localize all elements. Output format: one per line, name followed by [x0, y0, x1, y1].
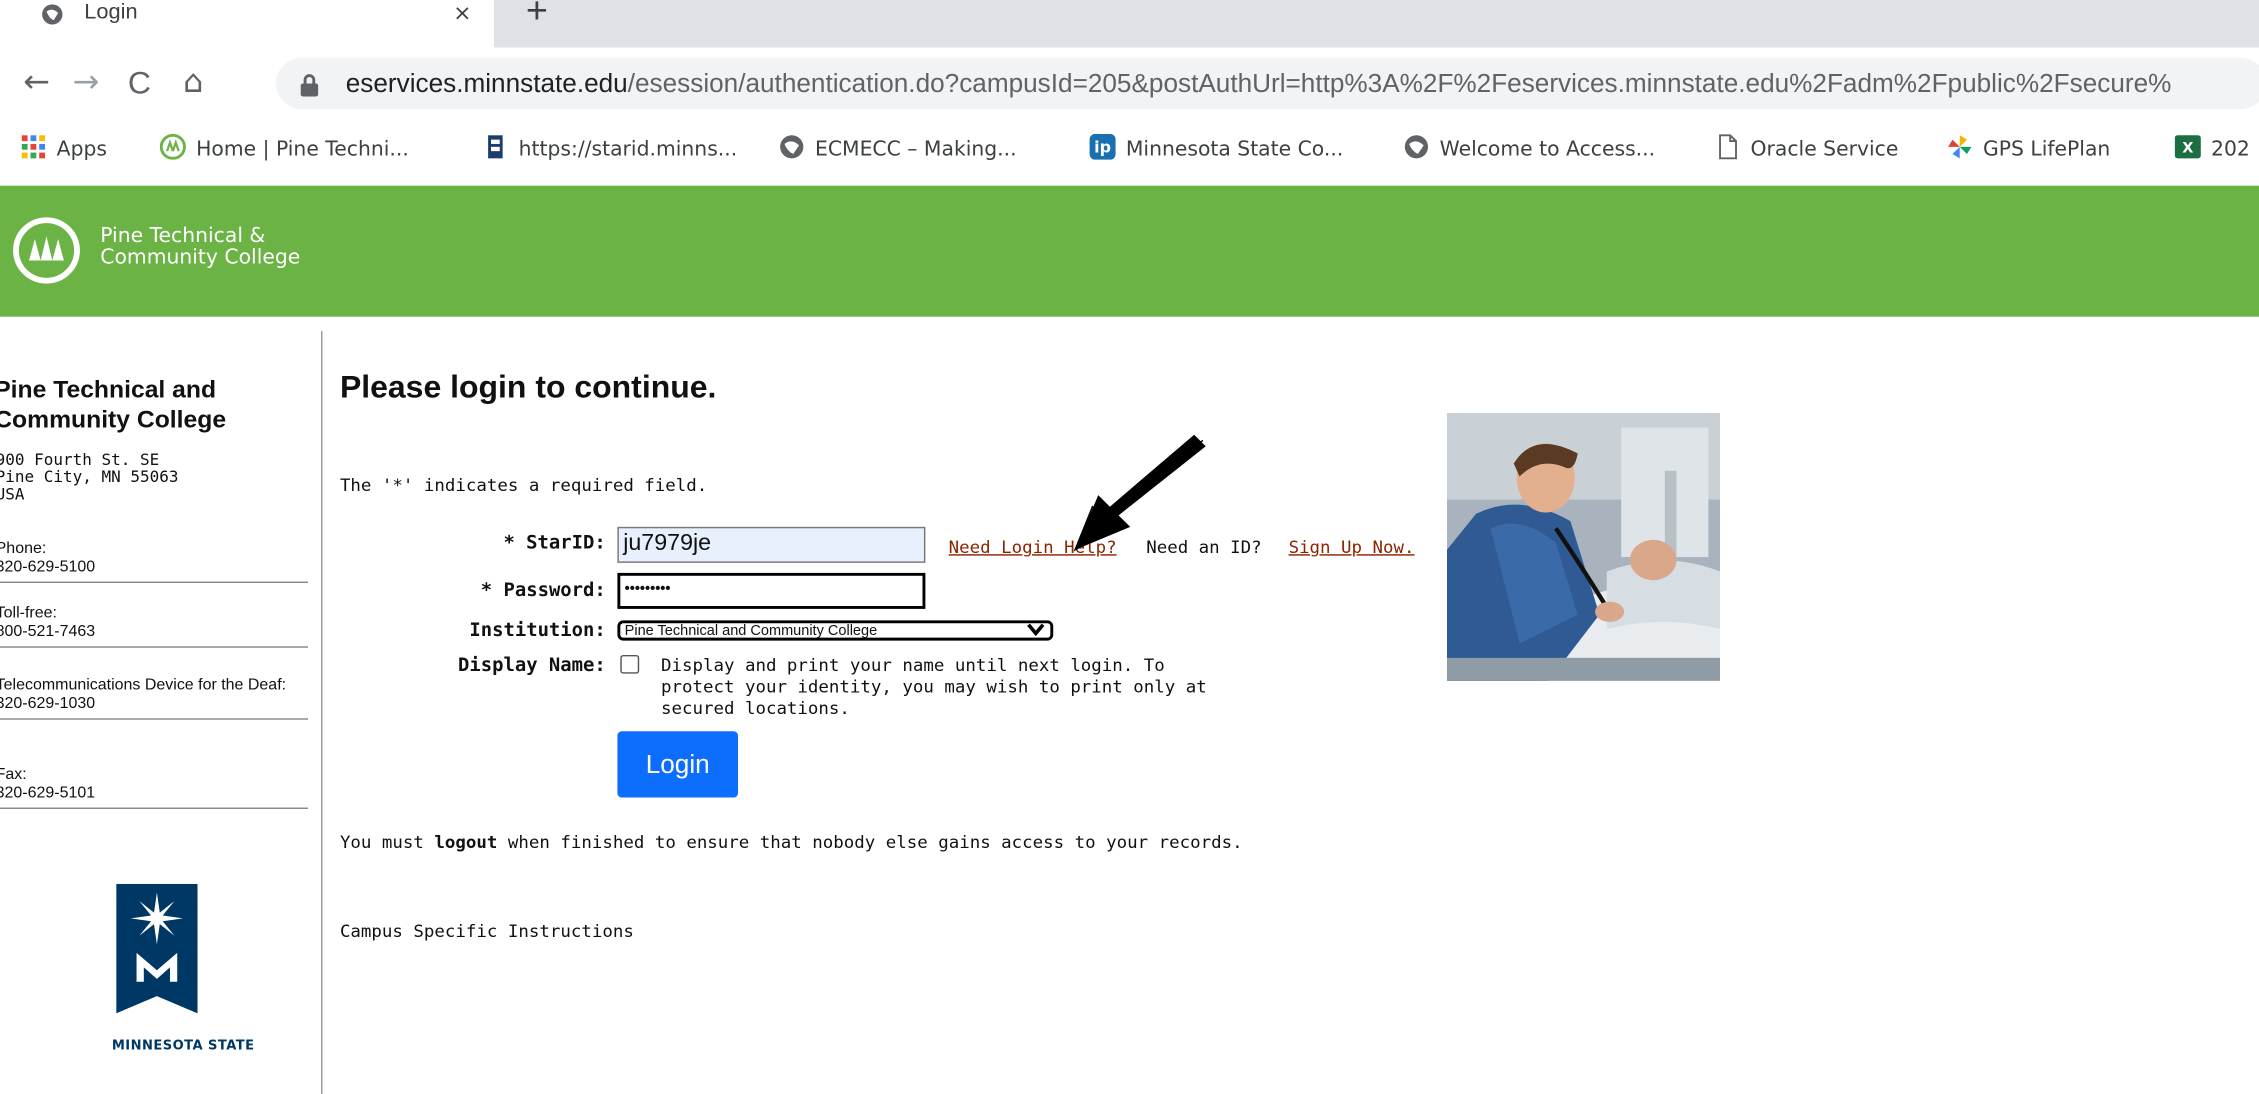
college-name-line1: Pine Technical and [0, 375, 217, 404]
header-logo-text[interactable]: Pine Technical & Community College [100, 224, 301, 270]
bookmark-gps[interactable]: GPS LifePlan [1947, 135, 2111, 164]
page-icon [1719, 134, 1737, 160]
ip-icon: ip [1089, 133, 1116, 160]
bookmark-label: 202 [2211, 138, 2250, 162]
logout-notice: You must logout when finished to ensure … [340, 832, 1243, 854]
contact-value: 320-629-5100 [0, 558, 96, 576]
gps-icon [1948, 135, 1972, 159]
contact-label: Fax: [0, 765, 27, 784]
site-header [0, 185, 2259, 317]
display-name-description: Display and print your name until next l… [660, 654, 1207, 719]
bookmark-icon [488, 135, 503, 159]
back-button[interactable]: ← [23, 65, 50, 101]
page-title: Please login to continue. [339, 368, 717, 405]
address-line2: Pine City, MN 55063 [0, 467, 179, 487]
reload-button[interactable]: C [128, 65, 151, 101]
bookmark-excel[interactable]: X 202 [2174, 135, 2250, 164]
home-button[interactable]: ⌂ [183, 65, 203, 101]
contact-value: 320-629-1030 [0, 695, 96, 713]
logout-prefix: You must [339, 832, 435, 853]
lock-icon[interactable] [299, 73, 319, 97]
tab-title: Login [84, 0, 138, 25]
sidebar-tdd: Telecommunications Device for the Deaf: … [0, 677, 308, 720]
svg-text:ip: ip [1094, 138, 1111, 157]
bookmark-label: GPS LifePlan [1982, 138, 2111, 162]
bookmark-label: Oracle Service [1750, 138, 1899, 162]
url-host: eservices.minnstate.edu [345, 69, 628, 98]
institution-label: Institution: [469, 620, 606, 643]
college-name-line2: Community College [0, 405, 227, 434]
sidebar-phone: Phone: 320-629-5100 [0, 540, 308, 583]
forward-button[interactable]: → [73, 65, 100, 101]
contact-label: Phone: [0, 539, 47, 558]
logout-bold: logout [434, 832, 498, 853]
annotation-arrow-icon [1073, 434, 1206, 552]
bookmark-label: Minnesota State Co... [1125, 138, 1344, 162]
bookmark-welcome-access[interactable]: Welcome to Access... [1403, 135, 1655, 164]
url-text[interactable]: eservices.minnstate.edu/esession/authent… [346, 68, 2172, 100]
svg-text:X: X [2182, 141, 2193, 157]
contact-label: Toll-free: [0, 604, 57, 622]
pine-tech-logo-icon[interactable] [12, 216, 82, 285]
bookmark-ecmecc[interactable]: ECMECC – Making... [779, 135, 1017, 164]
display-name-checkbox[interactable] [620, 654, 640, 674]
contact-value: 320-629-5101 [0, 784, 96, 802]
bookmark-label: Welcome to Access... [1439, 138, 1656, 162]
sign-up-link[interactable]: Sign Up Now. [1289, 537, 1415, 559]
globe-icon [42, 4, 63, 25]
pine-tech-icon [159, 133, 186, 160]
minnesota-state-label: MINNESOTA STATE [111, 1039, 255, 1054]
address-line1: 900 Fourth St. SE [0, 450, 160, 470]
password-input[interactable]: ••••••••• [617, 572, 926, 609]
password-label: * Password: [480, 580, 606, 602]
institution-select[interactable]: Pine Technical and Community College [617, 620, 1054, 641]
bookmark-label: ECMECC – Making... [814, 138, 1017, 162]
bookmark-starid[interactable]: https://starid.minns... [482, 135, 737, 164]
sidebar-toll-free: Toll-free: 800-521-7463 [0, 605, 308, 648]
nursing-student-photo [1446, 413, 1721, 681]
tab-login[interactable]: Login × [0, 0, 494, 48]
chevron-down-icon[interactable] [1026, 622, 1046, 637]
sidebar-address: 900 Fourth St. SE Pine City, MN 55063 US… [0, 450, 179, 504]
logout-suffix: when finished to ensure that nobody else… [497, 832, 1243, 853]
sidebar-fax: Fax: 320-629-5101 [0, 766, 308, 809]
logo-line1: Pine Technical & [100, 224, 266, 248]
starid-label: * StarID: [503, 532, 606, 555]
contact-value: 800-521-7463 [0, 623, 96, 641]
display-name-label: Display Name: [457, 654, 606, 677]
bookmark-label: Home | Pine Techni... [196, 138, 409, 162]
apps-grid-icon [21, 135, 46, 159]
excel-icon: X [2174, 135, 2201, 159]
bookmark-label: Apps [56, 138, 108, 162]
url-path: /esession/authentication.do?campusId=205… [627, 69, 2172, 98]
starid-input[interactable]: ju7979je [617, 526, 926, 563]
bookmark-mn-state[interactable]: ip Minnesota State Co... [1089, 133, 1344, 164]
globe-icon [780, 135, 804, 159]
bookmark-label: https://starid.minns... [518, 138, 738, 162]
close-tab-icon[interactable]: × [453, 0, 471, 26]
bookmark-oracle[interactable]: Oracle Service [1714, 134, 1899, 164]
new-tab-button[interactable]: + [526, 0, 548, 29]
contact-label: Telecommunications Device for the Deaf: [0, 676, 287, 694]
address-line3: USA [0, 485, 25, 504]
campus-specific-instructions: Campus Specific Instructions [339, 921, 634, 942]
sidebar-college-name: Pine Technical and Community College [0, 374, 307, 434]
login-button[interactable]: Login [617, 731, 738, 798]
minnesota-state-logo-icon[interactable] [116, 883, 198, 1014]
required-field-note: The '*' indicates a required field. [339, 475, 708, 496]
globe-icon [1404, 135, 1429, 159]
logo-line2: Community College [100, 246, 301, 270]
bookmark-pine-home[interactable]: Home | Pine Techni... [159, 133, 409, 164]
bookmark-apps[interactable]: Apps [20, 135, 107, 164]
